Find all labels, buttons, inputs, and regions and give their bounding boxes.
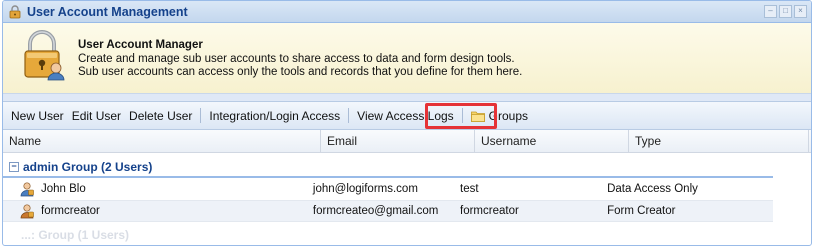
user-name: formcreator <box>41 205 100 217</box>
grid-toolbar: New User Edit User Delete User Integrati… <box>3 101 811 130</box>
window-title: User Account Management <box>27 4 188 19</box>
user-name: John Blo <box>41 183 86 195</box>
info-banner: User Account Manager Create and manage s… <box>3 23 811 94</box>
username-cell: test <box>460 183 479 195</box>
close-button[interactable]: × <box>794 5 807 18</box>
username-cell: formcreator <box>460 205 519 217</box>
spacer <box>3 94 811 101</box>
groups-button[interactable]: Groups <box>467 109 532 123</box>
column-header-type[interactable]: Type <box>629 130 809 152</box>
padlock-user-icon <box>20 30 66 82</box>
user-icon <box>19 203 35 219</box>
collapse-icon[interactable]: − <box>9 162 19 172</box>
banner-line-1: Create and manage sub user accounts to s… <box>78 53 515 65</box>
email-cell: john@logiforms.com <box>312 183 418 195</box>
group-header-admin[interactable]: − admin Group (2 Users) <box>3 158 773 178</box>
user-icon <box>19 181 35 197</box>
type-cell: Data Access Only <box>607 183 698 195</box>
group-header-partial: ...: Group (1 Users) <box>21 228 130 242</box>
group-label: admin Group (2 Users) <box>23 160 153 174</box>
banner-text: User Account Manager Create and manage s… <box>78 39 522 79</box>
grid-header: Name Email Username Type <box>3 130 811 153</box>
table-row[interactable]: formcreator formcreateo@gmail.com formcr… <box>3 200 773 222</box>
delete-user-button[interactable]: Delete User <box>125 109 196 123</box>
toolbar-separator <box>200 108 202 123</box>
name-cell: John Blo <box>3 181 307 197</box>
window-controls: – □ × <box>764 5 807 18</box>
column-header-name[interactable]: Name <box>3 130 321 152</box>
edit-user-button[interactable]: Edit User <box>68 109 125 123</box>
toolbar-separator <box>348 108 350 123</box>
banner-line-2: Sub user accounts can access only the to… <box>78 66 523 78</box>
minimize-button[interactable]: – <box>764 5 777 18</box>
column-header-email[interactable]: Email <box>321 130 475 152</box>
user-lock-icon <box>8 4 22 19</box>
table-row[interactable]: John Blo john@logiforms.com test Data Ac… <box>3 179 773 199</box>
user-account-window: User Account Management – □ × User Accou… <box>2 0 812 246</box>
folder-icon <box>470 110 485 122</box>
maximize-button[interactable]: □ <box>779 5 792 18</box>
type-cell: Form Creator <box>607 205 676 217</box>
view-access-logs-button[interactable]: View Access Logs <box>353 109 458 123</box>
integration-login-access-button[interactable]: Integration/Login Access <box>205 109 344 123</box>
window-titlebar: User Account Management – □ × <box>3 1 811 23</box>
groups-label: Groups <box>488 108 529 123</box>
toolbar-separator <box>461 108 463 123</box>
banner-title: User Account Manager <box>78 39 203 51</box>
email-cell: formcreateo@gmail.com <box>312 205 439 217</box>
new-user-button[interactable]: New User <box>7 109 68 123</box>
column-header-username[interactable]: Username <box>475 130 629 152</box>
name-cell: formcreator <box>3 203 307 219</box>
